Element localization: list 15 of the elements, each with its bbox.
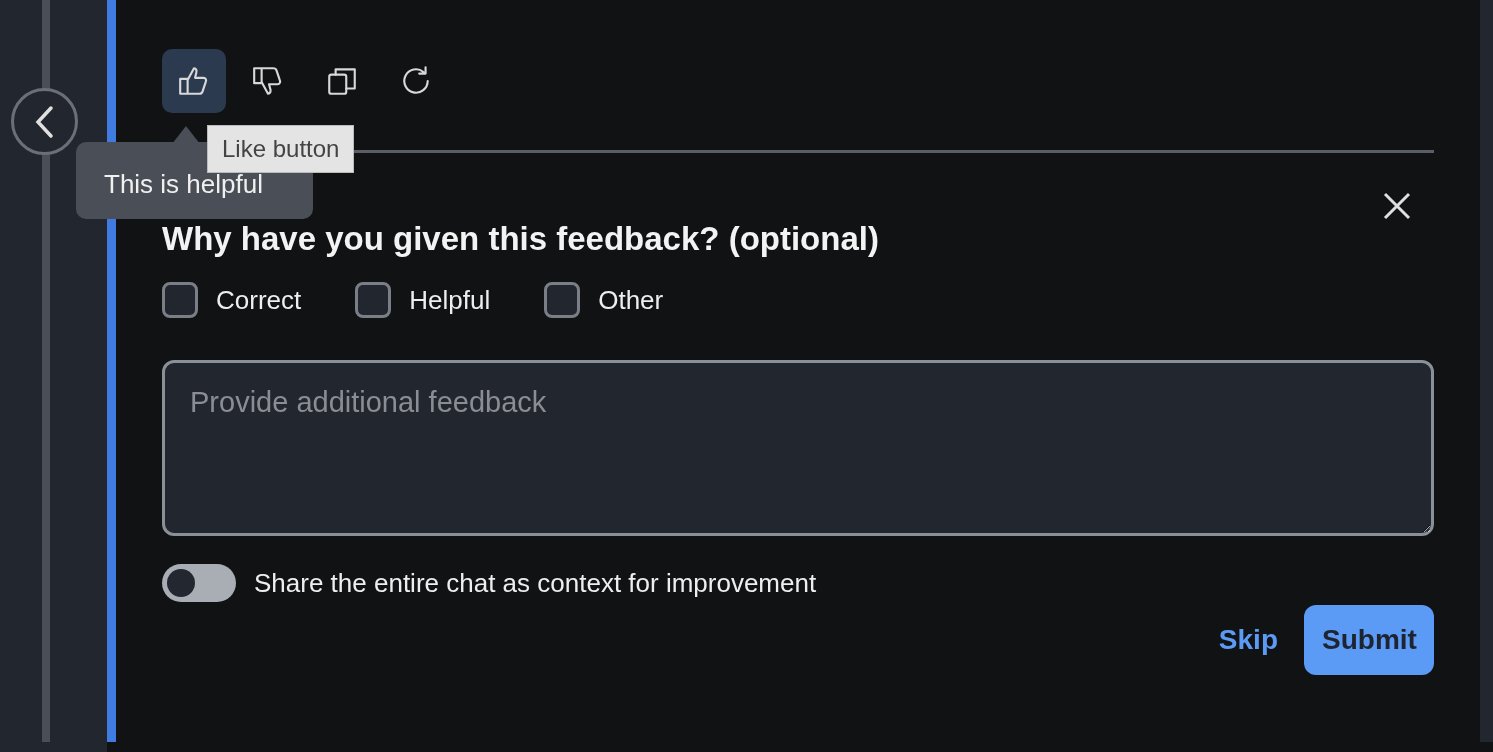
checkbox-label: Helpful (409, 283, 491, 317)
checkbox-label: Correct (216, 283, 302, 317)
tooltip: Like button (207, 125, 355, 173)
checkbox[interactable] (162, 282, 198, 319)
submit-button[interactable]: Submit (1304, 604, 1434, 675)
checkbox[interactable] (355, 282, 392, 319)
checkbox[interactable] (544, 282, 581, 319)
toggle-label: Share the entire chat as context for improvement (254, 566, 817, 600)
skip-button[interactable]: Skip (1218, 618, 1278, 661)
toggle-switch[interactable] (162, 564, 236, 603)
feedback-field[interactable]: Provide additional feedback (162, 359, 1434, 536)
dialog-title: Why have you given this feedback? (optional) (162, 219, 879, 259)
thumbs-up-button[interactable] (162, 49, 226, 113)
close-icon (1382, 190, 1412, 221)
checkbox-label: Other (598, 283, 664, 317)
